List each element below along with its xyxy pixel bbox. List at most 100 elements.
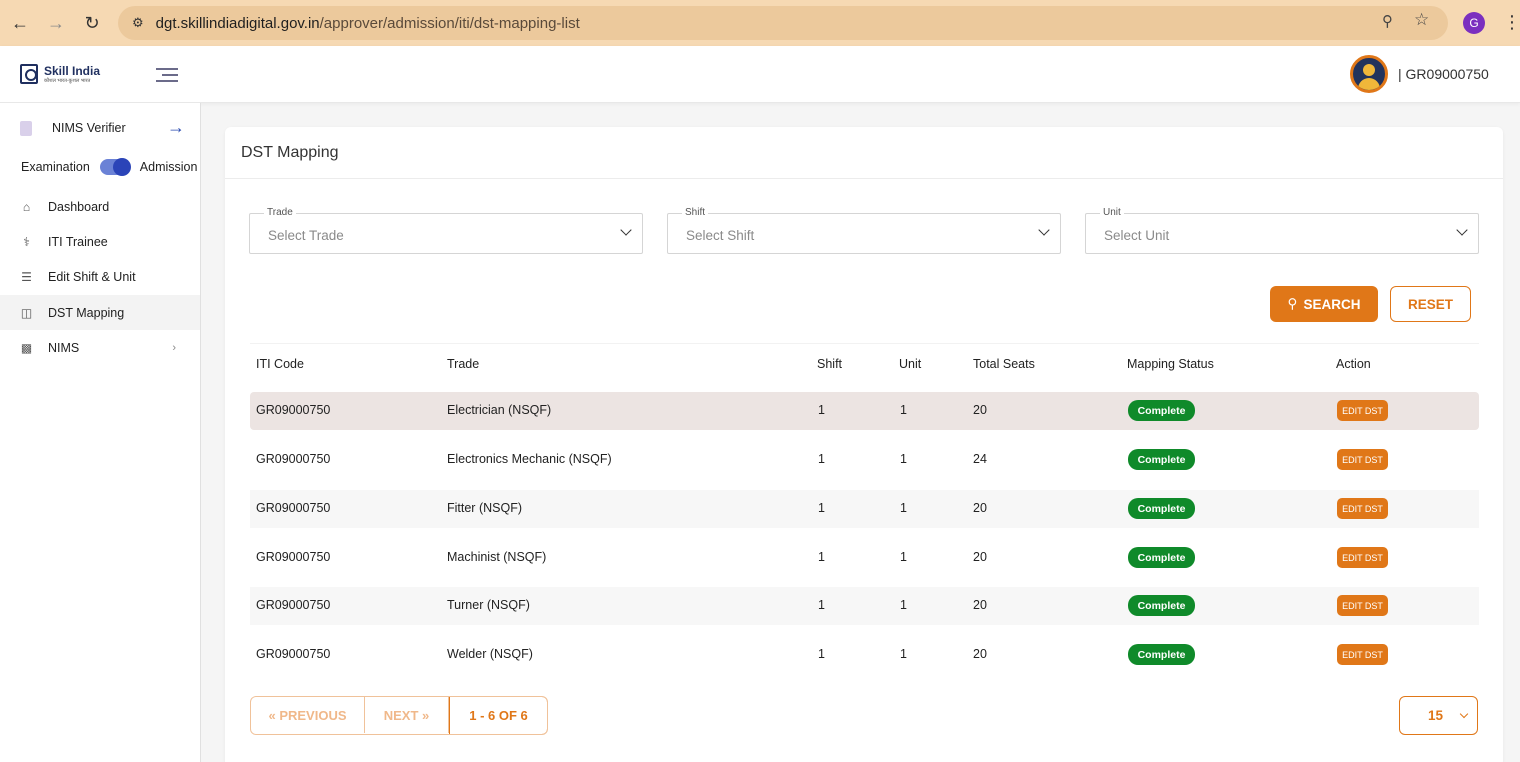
document-icon [20,120,32,136]
sidebar-item-label: DST Mapping [48,305,125,320]
page-range: 1 - 6 OF 6 [449,697,547,734]
column-header[interactable]: Mapping Status [1127,357,1214,371]
table-row[interactable]: GR09000750 Electronics Mechanic (NSQF) 1… [250,441,1479,479]
shift-select[interactable]: Shift Select Shift [667,207,1061,254]
profile-avatar[interactable]: G [1463,12,1485,34]
table-header: ITI Code Trade Shift Unit Total Seats Ma… [250,343,1479,383]
chevron-right-icon: › [172,341,176,354]
unit-cell: 1 [900,452,907,466]
sidebar-item-nims[interactable]: ▩ NIMS › [0,330,200,365]
next-button[interactable]: NEXT » [365,697,449,733]
hierarchy-icon: ▩ [20,340,33,355]
column-header[interactable]: Unit [899,357,921,371]
edit-dst-button[interactable]: EDIT DST [1337,595,1388,616]
arrow-right-icon[interactable]: → [167,117,185,138]
sidebar-item-dashboard[interactable]: ⌂ Dashboard [0,189,200,224]
browser-toolbar: ← → ↻ ⚙ dgt.skillindiadigital.gov.in/app… [0,0,1520,46]
trade-cell: Welder (NSQF) [447,647,533,661]
forward-icon[interactable]: → [38,5,74,41]
pagination: « PREVIOUS NEXT » 1 - 6 OF 6 [250,696,548,735]
shift-label: Shift [682,207,709,218]
trade-cell: Electrician (NSQF) [447,403,552,417]
column-header[interactable]: Action [1336,357,1371,371]
column-header[interactable]: Shift [817,357,842,371]
user-id: | GR09000750 [1398,66,1489,82]
page-size-select[interactable]: 15 [1399,696,1478,735]
seats-cell: 20 [973,550,987,564]
sidebar-item-label: Dashboard [48,199,110,214]
chevron-down-icon [1038,224,1050,236]
shift-cell: 1 [818,501,825,515]
chevron-down-icon [1456,224,1468,236]
iti-code-cell: GR09000750 [256,452,331,466]
table-row[interactable]: GR09000750 Turner (NSQF) 1 1 20 Complete… [250,587,1479,625]
seats-cell: 20 [973,598,987,612]
column-header[interactable]: Trade [447,357,479,371]
sidebar-item-dst-mapping[interactable]: ◫ DST Mapping [0,295,200,330]
edit-dst-button[interactable]: EDIT DST [1337,644,1388,665]
dst-mapping-card: DST Mapping Trade Select Trade Shift Sel… [225,127,1503,762]
nims-verifier-link[interactable]: NIMS Verifier → [20,117,185,139]
home-icon: ⌂ [22,199,31,214]
mapping-icon: ◫ [20,305,33,320]
trade-cell: Electronics Mechanic (NSQF) [447,452,612,466]
trade-cell: Machinist (NSQF) [447,550,547,564]
unit-cell: 1 [900,403,907,417]
table-row[interactable]: GR09000750 Machinist (NSQF) 1 1 20 Compl… [250,539,1479,577]
seats-cell: 20 [973,647,987,661]
chevron-down-icon [1459,709,1469,719]
shift-cell: 1 [818,598,825,612]
unit-cell: 1 [900,550,907,564]
unit-select[interactable]: Unit Select Unit [1085,207,1479,254]
trade-cell: Turner (NSQF) [447,598,530,612]
shift-placeholder: Select Shift [686,228,755,243]
reset-button[interactable]: RESET [1390,286,1471,322]
unit-cell: 1 [900,647,907,661]
sidebar-item-edit-shift-unit[interactable]: ☰ Edit Shift & Unit [0,259,200,294]
page-title: DST Mapping [241,144,339,161]
search-button[interactable]: ⚲ SEARCH [1270,286,1378,322]
mode-switch: Examination Admission [21,158,198,176]
trade-select[interactable]: Trade Select Trade [249,207,643,254]
previous-button[interactable]: « PREVIOUS [251,697,365,733]
edit-dst-button[interactable]: EDIT DST [1337,449,1388,470]
seats-cell: 20 [973,403,987,417]
bookmark-star-icon[interactable]: ☆ [1414,10,1429,30]
app-header: Skill India कौशल भारत-कुशल भारत | GR0900… [0,46,1520,103]
chevron-down-icon [620,224,632,236]
url-text: dgt.skillindiadigital.gov.in/approver/ad… [155,14,580,32]
table-row[interactable]: GR09000750 Electrician (NSQF) 1 1 20 Com… [250,392,1479,430]
edit-dst-button[interactable]: EDIT DST [1337,547,1388,568]
shift-cell: 1 [818,452,825,466]
role-label: NIMS Verifier [52,121,126,135]
status-badge: Complete [1128,644,1195,665]
sidebar-item-iti-trainee[interactable]: ⚕ ITI Trainee [0,224,200,259]
mode-toggle[interactable] [99,158,131,176]
user-avatar[interactable] [1350,55,1388,93]
seats-cell: 24 [973,452,987,466]
page-size-value: 15 [1428,708,1444,723]
reload-icon[interactable]: ↻ [74,5,110,41]
menu-toggle-icon[interactable] [156,68,178,82]
edit-dst-button[interactable]: EDIT DST [1337,400,1388,421]
skill-india-logo[interactable]: Skill India कौशल भारत-कुशल भारत [20,64,100,84]
back-icon[interactable]: ← [2,5,38,41]
site-settings-icon[interactable]: ⚙ [132,15,144,31]
edit-dst-button[interactable]: EDIT DST [1337,498,1388,519]
table-row[interactable]: GR09000750 Fitter (NSQF) 1 1 20 Complete… [250,490,1479,528]
logo-title: Skill India [44,63,101,78]
browser-menu-icon[interactable]: ⋮ [1503,12,1520,32]
column-header[interactable]: ITI Code [256,357,304,371]
status-badge: Complete [1128,595,1195,616]
zoom-icon[interactable]: ⚲ [1382,12,1393,30]
iti-code-cell: GR09000750 [256,501,331,515]
toggle-label-admission: Admission [139,160,198,174]
address-bar[interactable]: ⚙ dgt.skillindiadigital.gov.in/approver/… [118,6,1448,40]
status-badge: Complete [1128,400,1195,421]
sidebar-item-label: ITI Trainee [48,234,108,249]
status-badge: Complete [1128,547,1195,568]
table-row[interactable]: GR09000750 Welder (NSQF) 1 1 20 Complete… [250,636,1479,674]
column-header[interactable]: Total Seats [973,357,1035,371]
unit-cell: 1 [900,598,907,612]
trade-cell: Fitter (NSQF) [447,501,522,515]
